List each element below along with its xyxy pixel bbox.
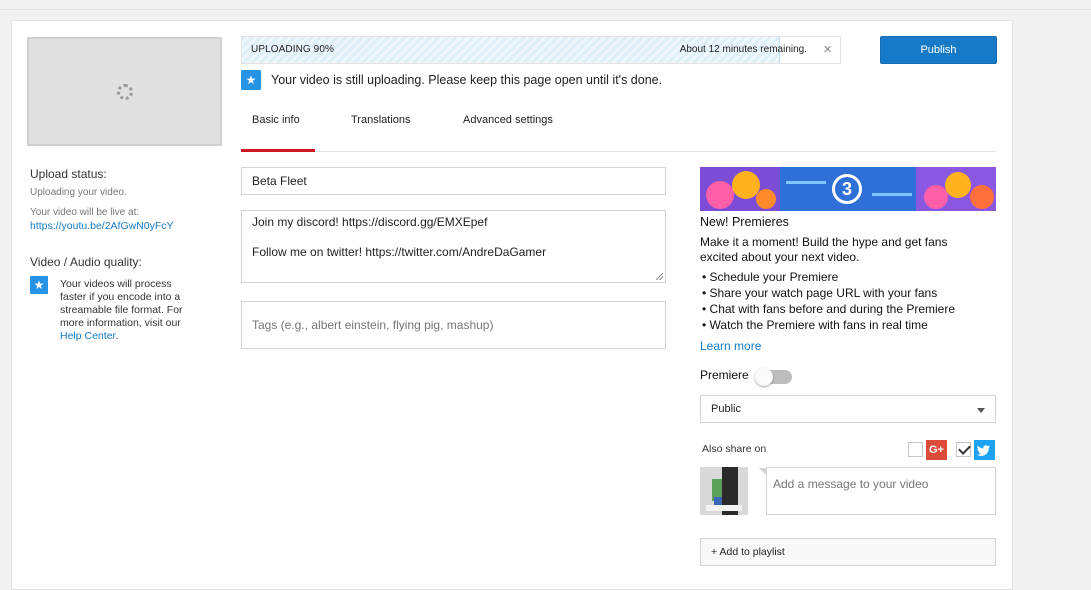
list-item: • Watch the Premiere with fans in real t… [702, 318, 928, 332]
resize-handle-icon[interactable] [656, 273, 663, 280]
publish-button[interactable]: Publish [880, 36, 997, 64]
description-textarea[interactable]: Join my discord! https://discord.gg/EMXE… [241, 210, 666, 283]
tab-basic-info[interactable]: Basic info [252, 114, 300, 126]
live-at-text: Your video will be live at: [30, 207, 140, 218]
premieres-feature-list: • Schedule your Premiere • Share your wa… [702, 269, 998, 333]
avatar [700, 467, 748, 515]
tab-advanced-settings[interactable]: Advanced settings [463, 114, 553, 126]
upload-card: Upload status: Uploading your video. You… [11, 20, 1013, 590]
premieres-heading: New! Premieres [700, 215, 789, 229]
upload-status-heading: Upload status: [30, 167, 107, 181]
quality-line: streamable file format. For [60, 304, 183, 316]
quality-line: more information, visit our [60, 317, 181, 329]
quality-line: faster if you encode into a [60, 291, 181, 303]
chevron-down-icon [977, 408, 985, 413]
quality-heading: Video / Audio quality: [30, 255, 142, 269]
video-url-link[interactable]: https://youtu.be/2AfGwN0yFcY [30, 220, 174, 232]
help-center-link[interactable]: Help Center [60, 330, 115, 342]
twitter-bird-icon [977, 445, 990, 456]
visibility-select[interactable]: Public [700, 395, 996, 423]
channel-avatar-icon [700, 467, 748, 515]
star-icon: ★ [30, 276, 48, 294]
quality-info-text: Your videos will process faster if you e… [60, 278, 210, 343]
title-input[interactable]: Beta Fleet [241, 167, 666, 195]
twitter-share-checkbox[interactable] [956, 442, 971, 457]
description-line: Follow me on twitter! https://twitter.co… [252, 245, 547, 259]
star-icon: ★ [241, 70, 261, 90]
gplus-share-checkbox[interactable] [908, 442, 923, 457]
premieres-intro-line: Make it a moment! Build the hype and get… [700, 235, 948, 249]
toggle-knob [755, 368, 773, 386]
google-plus-icon: G+ [926, 440, 947, 460]
add-to-playlist-button[interactable]: + Add to playlist [700, 538, 996, 566]
video-thumbnail [27, 37, 222, 146]
list-item: • Schedule your Premiere [702, 270, 839, 284]
cancel-upload-close-icon[interactable]: × [823, 41, 832, 58]
visibility-selected-value: Public [711, 403, 741, 415]
premiere-toggle-label: Premiere [700, 368, 749, 382]
time-remaining: About 12 minutes remaining. [679, 44, 807, 55]
also-share-label: Also share on [702, 443, 767, 455]
description-line [252, 230, 655, 245]
quality-line: Your videos will process [60, 278, 172, 290]
tags-input[interactable]: Tags (e.g., albert einstein, flying pig,… [241, 301, 666, 349]
help-suffix: . [115, 330, 119, 342]
active-tab-indicator [241, 149, 315, 152]
premieres-intro: Make it a moment! Build the hype and get… [700, 235, 996, 265]
list-item: • Share your watch page URL with your fa… [702, 286, 938, 300]
learn-more-link[interactable]: Learn more [700, 339, 761, 353]
upload-status-text: Uploading your video. [30, 187, 127, 198]
list-item: • Chat with fans before and during the P… [702, 302, 956, 316]
tab-translations[interactable]: Translations [351, 114, 411, 126]
upload-progress-label: UPLOADING 90% [251, 44, 334, 55]
premiere-countdown-number: 3 [832, 174, 862, 204]
premieres-banner: 3 [700, 167, 996, 211]
loading-spinner-icon [117, 84, 133, 100]
twitter-icon [974, 440, 995, 460]
premieres-intro-line: excited about your next video. [700, 250, 860, 264]
upload-notice: Your video is still uploading. Please ke… [271, 73, 663, 87]
description-line: Join my discord! https://discord.gg/EMXE… [252, 215, 488, 229]
share-message-input[interactable]: Add a message to your video [766, 467, 996, 515]
top-bar [0, 0, 1091, 10]
tab-bar: Basic info Translations Advanced setting… [241, 106, 996, 152]
premiere-toggle[interactable] [755, 368, 792, 386]
upload-progress-bar: UPLOADING 90% About 12 minutes remaining… [241, 36, 841, 64]
